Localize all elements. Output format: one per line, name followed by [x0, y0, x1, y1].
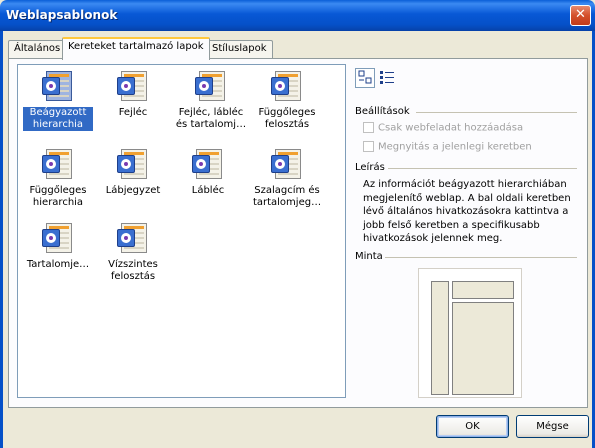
preview-top-frame	[452, 281, 514, 299]
frames-page-icon	[117, 221, 149, 255]
preview-left-frame	[431, 281, 449, 395]
frames-page-icon	[42, 221, 74, 255]
large-icons-view-button[interactable]	[355, 68, 375, 88]
frames-page-icon	[192, 147, 224, 181]
template-item-beagyazott-hierarchia[interactable]: Beágyazott hierarchia	[23, 69, 93, 131]
option-open-in-current-frame[interactable]: Megnyitás a jelenlegi keretben	[363, 141, 532, 153]
template-label: Függőleges felosztás	[258, 107, 316, 130]
settings-divider	[416, 112, 577, 113]
template-label: Lábjegyzet	[105, 185, 161, 196]
template-item-tartalomjegyzek[interactable]: Tartalomje…	[23, 221, 93, 271]
template-item-fejlec[interactable]: Fejléc	[98, 69, 168, 119]
checkbox-open-in-current-frame[interactable]	[363, 141, 374, 152]
preview-main-frame	[452, 302, 514, 395]
large-icons-view-icon	[357, 70, 373, 87]
option-web-task-only-label: Csak webfeladat hozzáadása	[378, 122, 524, 134]
frames-page-icon	[42, 69, 74, 103]
template-label: Fejléc	[118, 107, 148, 118]
template-label: Lábléc	[191, 185, 225, 196]
frames-page-icon	[195, 69, 227, 103]
frames-page-icon	[271, 69, 303, 103]
window-frame-left	[0, 31, 3, 448]
template-item-fuggoleges-hierarchia[interactable]: Függőleges hierarchia	[23, 147, 93, 209]
template-item-labjegyzet[interactable]: Lábjegyzet	[98, 147, 168, 197]
description-text: Az információt beágyazott hierarchiában …	[363, 179, 571, 244]
ok-button[interactable]: OK	[436, 415, 509, 438]
description-divider	[388, 168, 577, 169]
frames-page-icon	[117, 147, 149, 181]
template-label: Beágyazott hierarchia	[23, 107, 93, 131]
template-item-fuggoleges-felosztas[interactable]: Függőleges felosztás	[252, 69, 322, 131]
window-title: Weblapsablonok	[6, 8, 118, 22]
template-item-fejlec-lablec-tartalomjegyzek[interactable]: Fejléc, lábléc és tartalomj…	[173, 69, 249, 131]
close-button[interactable]: ✕	[570, 5, 591, 26]
template-item-lablec[interactable]: Lábléc	[173, 147, 243, 197]
list-view-button[interactable]	[377, 68, 397, 88]
template-label: Függőleges hierarchia	[29, 185, 87, 208]
tab-altalanos[interactable]: Általános	[8, 40, 67, 59]
tab-styluslapok[interactable]: Stíluslapok	[206, 40, 273, 59]
checkbox-web-task-only[interactable]	[363, 122, 374, 133]
frames-page-icon	[42, 147, 74, 181]
cancel-button[interactable]: Mégse	[516, 415, 589, 438]
template-list[interactable]: Beágyazott hierarchia Fejléc Fejléc, láb…	[17, 64, 346, 398]
template-label: Szalagcím és tartalomjeg…	[252, 185, 322, 208]
template-item-szalagcim-es-tartalomjegyzek[interactable]: Szalagcím és tartalomjeg…	[249, 147, 325, 209]
layout-preview	[418, 268, 522, 398]
preview-divider	[385, 257, 577, 258]
option-open-in-current-frame-label: Megnyitás a jelenlegi keretben	[378, 141, 532, 153]
list-view-icon	[379, 71, 395, 87]
frames-page-icon	[117, 69, 149, 103]
title-bar: Weblapsablonok ✕	[0, 0, 595, 31]
tab-kereteket-tartalmazo-lapok[interactable]: Kereteket tartalmazó lapok	[62, 37, 210, 60]
settings-heading: Beállítások	[355, 106, 410, 117]
template-label: Vízszintes felosztás	[108, 259, 158, 282]
preview-heading: Minta	[355, 251, 383, 262]
template-label: Fejléc, lábléc és tartalomj…	[175, 107, 247, 130]
option-web-task-only[interactable]: Csak webfeladat hozzáadása	[363, 122, 523, 134]
template-label: Tartalomje…	[26, 259, 90, 270]
description-heading: Leírás	[355, 162, 385, 173]
template-item-vizszintes-felosztas[interactable]: Vízszintes felosztás	[98, 221, 168, 283]
frames-page-icon	[271, 147, 303, 181]
